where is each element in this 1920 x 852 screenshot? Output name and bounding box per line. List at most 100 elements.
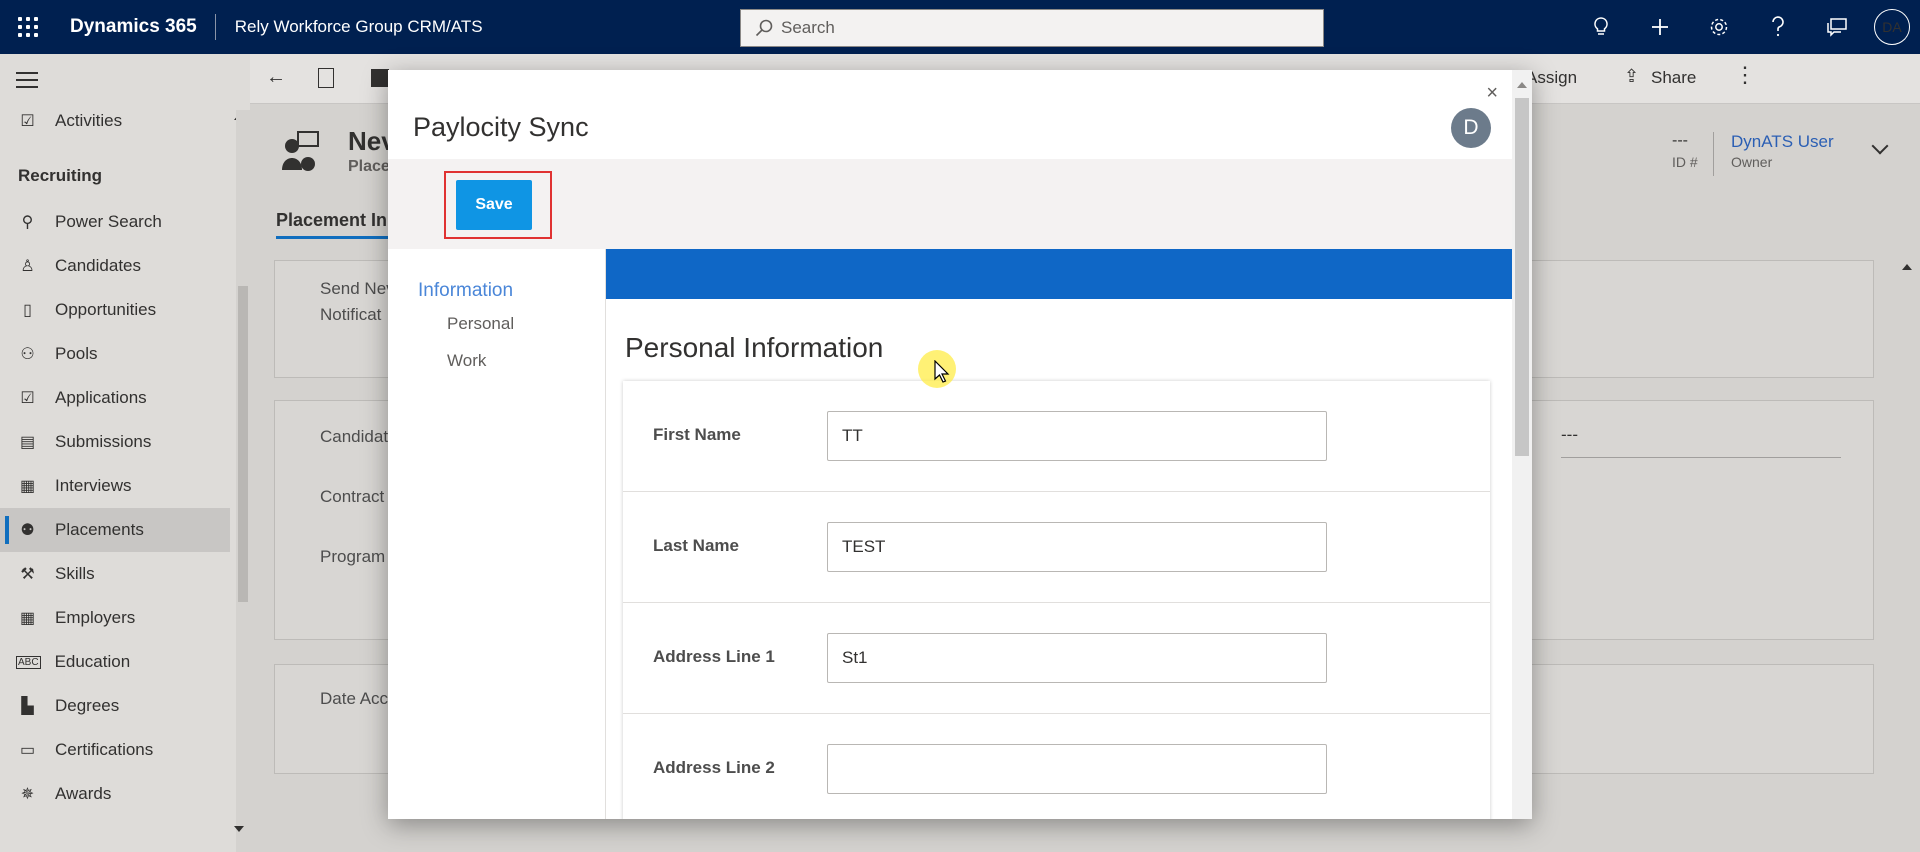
nav-item-work[interactable]: Work [447, 351, 486, 371]
app-name[interactable]: Rely Workforce Group CRM/ATS [216, 17, 483, 37]
last-name-label: Last Name [653, 536, 739, 555]
first-name-label: First Name [653, 425, 741, 444]
divider [1713, 132, 1714, 176]
owner-link[interactable]: DynATS User [1731, 132, 1834, 152]
assign-button[interactable]: Assign [1526, 68, 1577, 88]
sidebar-item-label: Applications [55, 388, 147, 407]
dialog-scrollbar[interactable] [1512, 70, 1532, 819]
save-button[interactable]: Save [456, 180, 532, 230]
sidebar-item-label: Candidates [55, 256, 142, 275]
sidebar-item-label: Interviews [55, 476, 132, 495]
mouse-cursor-icon [934, 360, 950, 383]
sidebar-item-interviews[interactable]: ▦ Interviews [0, 464, 230, 508]
sidebar-item-placements[interactable]: ⚉ Placements [0, 508, 230, 552]
feedback-icon[interactable] [1807, 0, 1866, 54]
nav-information[interactable]: Information [418, 280, 513, 302]
share-button[interactable]: Share [1651, 68, 1696, 88]
sidebar-item-activities[interactable]: ☑ Activities [0, 106, 230, 136]
sidebar-item-label: Degrees [55, 696, 120, 715]
app-launcher-button[interactable] [0, 0, 56, 54]
personal-info-form: First Name TT Last Name TEST Address Lin… [623, 381, 1490, 819]
form-icon[interactable] [318, 68, 334, 88]
address-line-1-label: Address Line 1 [653, 647, 775, 666]
sidebar-item-degrees[interactable]: ▙ Degrees [0, 684, 230, 728]
record-subtitle: Place [348, 158, 390, 175]
sidebar-item-label: Certifications [55, 740, 154, 759]
form-row: Last Name TEST [623, 492, 1490, 603]
sidebar-item-label: Education [54, 652, 131, 671]
field-label: Candidat [320, 427, 389, 446]
form-row: First Name TT [623, 381, 1490, 492]
last-name-input[interactable]: TEST [827, 522, 1327, 572]
tab-placement-information[interactable]: Placement In [276, 210, 387, 231]
form-row: Address Line 2 [623, 714, 1490, 819]
sidebar-item-pools[interactable]: ⚇ Pools [0, 332, 230, 376]
placements-icon: ⚉ [20, 522, 35, 539]
sidebar-item-candidates[interactable]: ♙ Candidates [0, 244, 230, 288]
nav-item-personal[interactable]: Personal [447, 314, 514, 334]
scroll-up-icon[interactable] [1517, 82, 1527, 88]
sidebar-item-label: Placements [55, 520, 144, 539]
sidebar-item-label: Power Search [55, 212, 162, 231]
sidebar-item-education[interactable]: ABC Education [0, 640, 230, 684]
sidebar-item-submissions[interactable]: ▤ Submissions [0, 420, 230, 464]
owner-label: Owner [1731, 154, 1773, 170]
hamburger-menu-icon[interactable] [16, 72, 38, 93]
scroll-up-icon[interactable] [1902, 264, 1912, 270]
chevron-down-icon[interactable] [1871, 137, 1889, 155]
save-icon[interactable] [371, 69, 389, 87]
sidebar-item-label: Employers [55, 608, 136, 627]
plus-icon[interactable] [1630, 0, 1689, 54]
share-icon: ⇪ [1624, 66, 1640, 86]
award-icon: ✵ [20, 786, 35, 803]
first-name-input[interactable]: TT [827, 411, 1327, 461]
assign-label: Assign [1526, 68, 1578, 87]
group-icon: ⚇ [20, 346, 35, 363]
address-line-2-input[interactable] [827, 744, 1327, 794]
certificate-icon: ▭ [19, 742, 36, 759]
brand-title[interactable]: Dynamics 365 [56, 16, 215, 38]
address-line-2-label: Address Line 2 [653, 758, 775, 777]
id-value: --- [1672, 132, 1688, 149]
sidebar-item-awards[interactable]: ✵ Awards [0, 772, 230, 816]
scroll-down-icon[interactable] [234, 826, 244, 832]
back-arrow-icon[interactable]: ← [266, 66, 286, 89]
sidebar-item-power-search[interactable]: ⚲ Power Search [0, 200, 230, 244]
user-avatar[interactable]: DA [1874, 9, 1910, 45]
close-icon[interactable]: × [1486, 82, 1498, 105]
sidebar-scrollbar[interactable] [236, 110, 250, 852]
section-nav: Information Personal Work [388, 249, 606, 819]
gear-icon[interactable] [1689, 0, 1748, 54]
sidebar-item-label: Activities [55, 111, 123, 130]
sidebar-item-skills[interactable]: ⚒ Skills [0, 552, 230, 596]
header-bar [606, 249, 1512, 299]
scroll-thumb[interactable] [238, 286, 248, 602]
top-icons: DA [1571, 0, 1920, 54]
sidebar-item-label: Submissions [55, 432, 152, 451]
sidebar-item-certifications[interactable]: ▭ Certifications [0, 728, 230, 772]
field-label: Contract [320, 487, 385, 506]
sidebar-item-applications[interactable]: ☑ Applications [0, 376, 230, 420]
search-placeholder: Search [781, 18, 835, 37]
sidebar-item-employers[interactable]: ▦ Employers [0, 596, 230, 640]
sidebar-item-opportunities[interactable]: ▯ Opportunities [0, 288, 230, 332]
address-line-1-input[interactable]: St1 [827, 633, 1327, 683]
sidebar: ☑ Activities Recruiting ⚲ Power Search ♙… [0, 54, 250, 852]
waffle-icon [18, 17, 38, 37]
more-options-icon[interactable]: ⋮ [1734, 62, 1756, 88]
dialog-title: Paylocity Sync [413, 112, 589, 142]
abc-icon: ABC [16, 655, 41, 669]
search-input[interactable]: Search [740, 9, 1324, 47]
search-icon [755, 19, 773, 37]
scroll-thumb[interactable] [1515, 98, 1529, 456]
help-icon[interactable] [1748, 0, 1807, 54]
field-value: --- [1561, 425, 1578, 444]
form-row: Address Line 1 St1 [623, 603, 1490, 714]
avatar[interactable]: D [1451, 108, 1491, 148]
id-card-icon: ▤ [19, 434, 36, 451]
dialog-toolbar: Save [388, 159, 1512, 249]
lightbulb-icon[interactable] [1571, 0, 1630, 54]
share-label: Share [1651, 68, 1697, 87]
paylocity-sync-dialog: Paylocity Sync × D Save Information Pers… [388, 70, 1532, 819]
